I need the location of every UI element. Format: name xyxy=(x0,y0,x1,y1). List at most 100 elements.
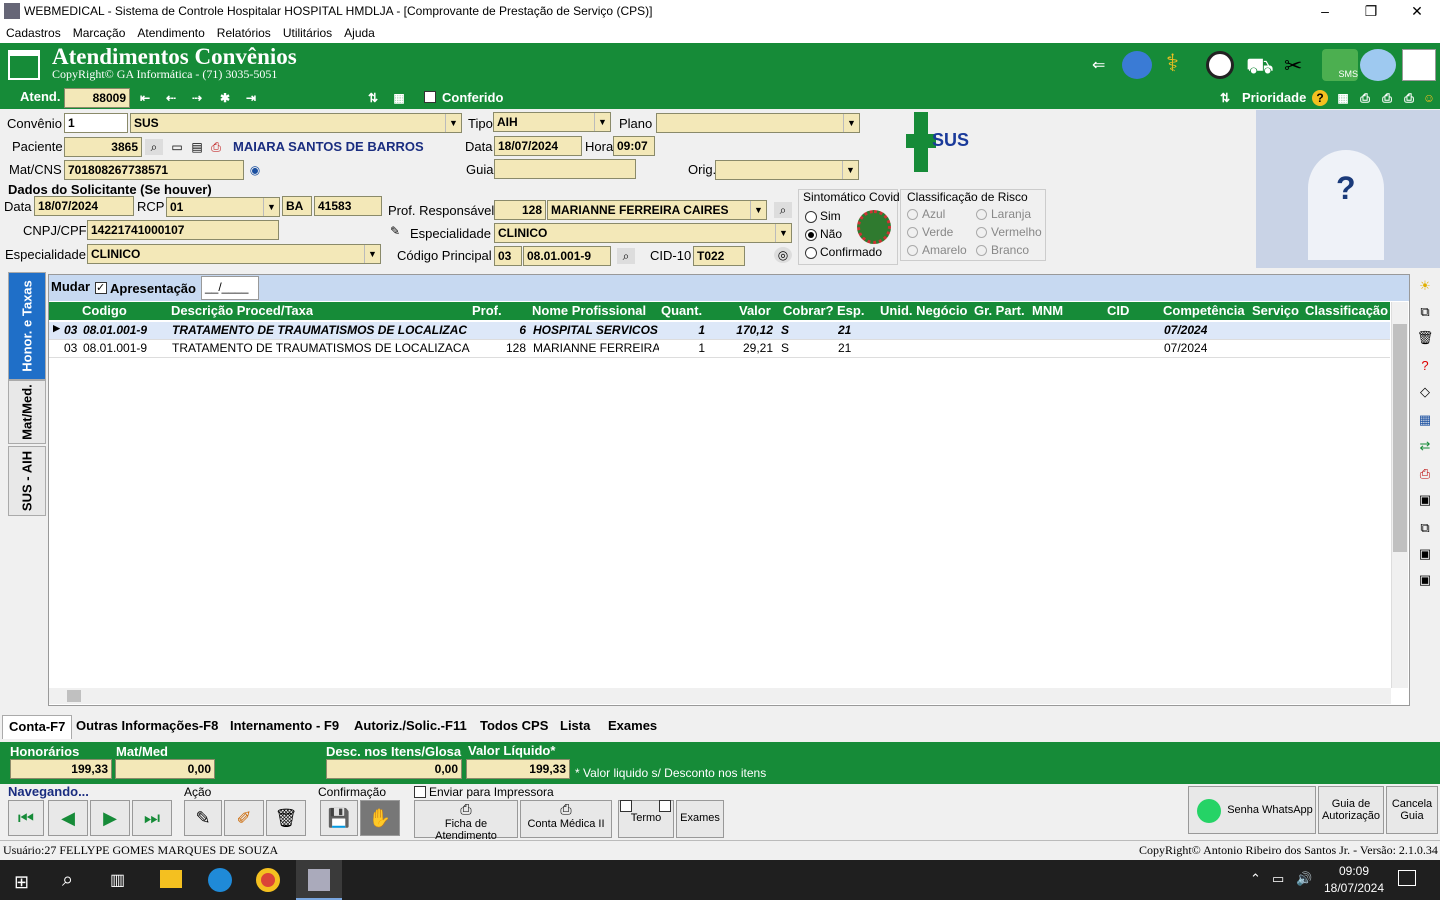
guia-autorizacao-button[interactable]: Guia de Autorização xyxy=(1318,786,1384,834)
tab-internamento[interactable]: Internamento - F9 xyxy=(224,715,345,739)
atend-number-field[interactable]: 88009 xyxy=(64,88,130,108)
chevron-down-icon[interactable]: ▼ xyxy=(594,113,610,131)
sint-sim-radio[interactable] xyxy=(805,211,817,223)
prof-code-field[interactable]: 128 xyxy=(494,200,546,220)
conta-medica-button[interactable]: ⎙ Conta Médica II xyxy=(520,800,612,838)
scrollbar-thumb[interactable] xyxy=(1393,324,1407,552)
nav-last-small-icon[interactable]: ⇥ xyxy=(242,90,260,106)
esp2-select[interactable]: CLINICO ▼ xyxy=(494,223,792,243)
print-side-icon[interactable]: ⎙ xyxy=(1416,466,1434,484)
col-grpart[interactable]: Gr. Part. xyxy=(974,303,1025,318)
sol-data-field[interactable]: 18/07/2024 xyxy=(34,196,134,216)
uf-field[interactable]: BA xyxy=(282,196,312,216)
codprinc-code-field[interactable]: 08.01.001-9 xyxy=(523,246,611,266)
chevron-down-icon[interactable]: ▼ xyxy=(843,114,859,132)
prioridade-label[interactable]: Prioridade xyxy=(1242,90,1306,105)
sms-icon[interactable]: SMS xyxy=(1322,49,1358,81)
exames-checkbox[interactable] xyxy=(659,800,671,812)
tab-todos-cps[interactable]: Todos CPS xyxy=(474,715,554,739)
screen3-icon[interactable]: ▣ xyxy=(1416,572,1434,590)
paciente-code-field[interactable]: 3865 xyxy=(64,137,142,157)
col-mnm[interactable]: MNM xyxy=(1032,303,1063,318)
delete-button[interactable]: 🗑 xyxy=(266,800,306,836)
nav-first-button[interactable]: ⏮ xyxy=(8,800,44,836)
col-quant[interactable]: Quant. xyxy=(661,303,702,318)
convenio-select[interactable]: SUS ▼ xyxy=(130,113,462,133)
menu-relatorios[interactable]: Relatórios xyxy=(211,23,277,43)
eraser-icon[interactable]: ◇ xyxy=(1416,384,1434,402)
file-explorer-icon[interactable] xyxy=(160,870,182,888)
tab-honor-taxas[interactable]: Honor. e Taxas xyxy=(8,272,46,380)
print-icon[interactable]: ⎙ xyxy=(1356,90,1374,106)
vertical-scrollbar[interactable] xyxy=(1391,302,1408,688)
calendar-icon[interactable]: ▦ xyxy=(1334,90,1352,106)
nav-next-button[interactable]: ▶ xyxy=(90,800,130,836)
risco-azul-radio[interactable] xyxy=(907,209,918,220)
convenio-code-field[interactable]: 1 xyxy=(64,113,128,133)
caduceus-icon[interactable]: ⚕ xyxy=(1166,49,1194,81)
conferido-checkbox[interactable] xyxy=(424,91,436,103)
hora-field[interactable]: 09:07 xyxy=(613,136,655,156)
rcp-select[interactable]: 01 ▼ xyxy=(166,197,280,217)
nav-first-small-icon[interactable]: ⇤ xyxy=(136,90,154,106)
guia-field[interactable] xyxy=(494,159,636,179)
codprinc-group-field[interactable]: 03 xyxy=(494,246,522,266)
sint-nao-radio[interactable] xyxy=(805,229,817,241)
document-icon[interactable]: ▭ xyxy=(168,139,186,155)
hscroll-thumb[interactable] xyxy=(67,690,81,702)
printer-icon[interactable]: ⎙ xyxy=(207,139,225,155)
pages-icon[interactable]: ⧉ xyxy=(1416,520,1434,538)
chevron-down-icon[interactable]: ▼ xyxy=(750,201,766,219)
col-codigo[interactable]: Codigo xyxy=(82,303,127,318)
matcns-field[interactable]: 701808267738571 xyxy=(64,160,244,180)
tools-icon[interactable]: ✂ xyxy=(1284,53,1302,79)
chevron-down-icon[interactable]: ▼ xyxy=(364,245,380,263)
tab-lista[interactable]: Lista xyxy=(554,715,596,739)
risco-amarelo-radio[interactable] xyxy=(907,245,918,256)
risco-verde-radio[interactable] xyxy=(907,227,918,238)
chevron-down-icon[interactable]: ▼ xyxy=(445,114,461,132)
help-icon[interactable]: ? xyxy=(1312,90,1328,106)
tab-sus-aih[interactable]: SUS - AIH xyxy=(8,446,46,516)
clock-time[interactable]: 09:09 xyxy=(1324,864,1384,878)
windows-start-icon[interactable]: ⊞ xyxy=(14,872,29,893)
col-competencia[interactable]: Competência xyxy=(1163,303,1245,318)
binoculars-icon[interactable]: ⌕ xyxy=(145,139,163,155)
col-unid[interactable]: Unid. Negócio xyxy=(880,303,967,318)
cloud-icon[interactable] xyxy=(1360,49,1396,81)
plano-select[interactable]: ▼ xyxy=(656,113,860,133)
tab-outras[interactable]: Outras Informações-F8 xyxy=(70,715,224,739)
menu-atendimento[interactable]: Atendimento xyxy=(131,23,210,43)
print2-icon[interactable]: ⎙ xyxy=(1378,90,1396,106)
termo-checkbox[interactable] xyxy=(620,800,632,812)
clock-date[interactable]: 18/07/2024 xyxy=(1318,881,1390,895)
apresentacao-field[interactable]: __/____ xyxy=(201,276,259,300)
apresentacao-checkbox[interactable]: ✓ xyxy=(95,282,107,294)
binoculars-icon[interactable]: ⌕ xyxy=(617,248,635,264)
pencil-icon[interactable]: ✎ xyxy=(386,223,404,239)
risco-branco-radio[interactable] xyxy=(976,245,987,256)
nav-last-button[interactable]: ⏭ xyxy=(132,800,172,836)
transfer-icon[interactable]: ⇅ xyxy=(364,90,382,106)
person-icon[interactable]: ☺ xyxy=(1420,90,1438,106)
nav-prev-small-icon[interactable]: ⇠ xyxy=(162,90,180,106)
col-valor[interactable]: Valor xyxy=(739,303,771,318)
col-classificacao[interactable]: Classificação xyxy=(1305,303,1388,318)
nav-search-small-icon[interactable]: ✱ xyxy=(216,90,234,106)
binoculars-icon[interactable]: ⌕ xyxy=(774,202,792,218)
clock-icon[interactable] xyxy=(1206,51,1234,79)
cnpj-field[interactable]: 14221741000107 xyxy=(87,220,279,240)
tab-mat-med[interactable]: Mat/Med. xyxy=(8,380,46,444)
chevron-down-icon[interactable]: ▼ xyxy=(775,224,791,242)
col-prof[interactable]: Prof. xyxy=(472,303,502,318)
cancela-guia-button[interactable]: Cancela Guia xyxy=(1386,786,1438,834)
restore-button[interactable]: ❐ xyxy=(1348,0,1394,23)
menu-utilitarios[interactable]: Utilitários xyxy=(277,23,338,43)
back-arrow-icon[interactable]: ⇐ xyxy=(1092,55,1105,75)
globe-icon[interactable]: ◉ xyxy=(246,162,264,178)
menu-ajuda[interactable]: Ajuda xyxy=(338,23,381,43)
enviar-checkbox[interactable] xyxy=(414,786,426,798)
table-row[interactable]: ▶ 03 08.01.001-9 TRATAMENTO DE TRAUMATIS… xyxy=(49,322,1390,340)
col-cobrar[interactable]: Cobrar? xyxy=(783,303,834,318)
tipo-select[interactable]: AIH ▼ xyxy=(493,112,611,132)
